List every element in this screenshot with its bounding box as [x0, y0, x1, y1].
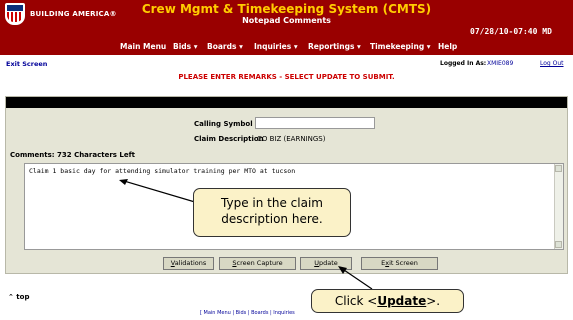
claim-description-callout: Type in the claim description here.: [193, 188, 351, 237]
callout-arrows: [119, 179, 373, 290]
callout-update-bold: Update: [377, 294, 427, 308]
update-pointer-arrow: [343, 269, 373, 290]
update-arrowhead-icon: [338, 266, 347, 274]
callout-update-prefix: Click <: [334, 294, 378, 308]
callout-update-suffix: >.: [426, 294, 441, 308]
callout-claim-line2: description here.: [221, 212, 323, 226]
callout-claim-line1: Type in the claim: [221, 196, 323, 210]
click-update-callout: Click <Update>.: [311, 289, 464, 313]
